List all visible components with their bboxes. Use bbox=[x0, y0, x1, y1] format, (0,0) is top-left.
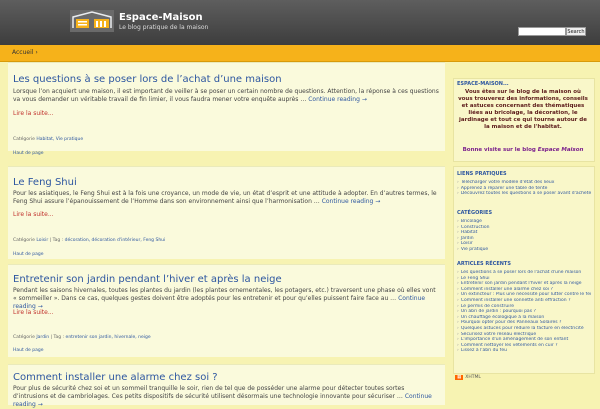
post-title[interactable]: Comment installer une alarme chez soi ? bbox=[13, 372, 218, 383]
practical-links-list: Télécharger votre modèle d'état des lieu… bbox=[457, 180, 591, 197]
post-excerpt: Lorsque l’on acquiert une maison, il est… bbox=[13, 88, 441, 104]
categories-list: Bricolage Construction Habitat Jardin Lo… bbox=[457, 219, 591, 253]
tags-prefix: | Tag : bbox=[49, 335, 66, 340]
continue-reading-link[interactable]: Continue reading → bbox=[322, 198, 381, 205]
recent-post-link[interactable]: Les questions à se poser lors de l'achat… bbox=[457, 270, 591, 276]
post-meta: Catégorie Loisir | Tag : décoration, déc… bbox=[13, 238, 165, 243]
post-card: Les questions à se poser lors de l’achat… bbox=[8, 62, 445, 156]
post-excerpt: Pour les asiatiques, le Feng Shui est à … bbox=[13, 190, 441, 206]
main-content: Les questions à se poser lors de l’achat… bbox=[0, 62, 448, 408]
read-more-link[interactable]: Lire la suite... bbox=[13, 211, 54, 218]
about-title: ESPACE-MAISON... bbox=[457, 81, 509, 87]
rss-icon: ▦ bbox=[455, 375, 464, 380]
continue-reading-link[interactable]: Continue reading → bbox=[308, 96, 367, 103]
tag-links[interactable]: décoration, décoration d'intérieur, Feng… bbox=[65, 238, 166, 243]
recent-posts-title: ARTICLES RÉCENTS bbox=[457, 261, 511, 267]
post-meta: Catégorie Jardin | Tag : entretenir son … bbox=[13, 335, 151, 340]
post-excerpt: Pour plus de sécurité chez soi et un som… bbox=[13, 385, 441, 409]
search-button[interactable]: Search bbox=[566, 27, 586, 36]
links-title: LIENS PRATIQUES bbox=[457, 171, 507, 177]
site-title[interactable]: Espace-Maison bbox=[119, 12, 203, 23]
category-links[interactable]: Loisir bbox=[36, 238, 48, 243]
about-box: ESPACE-MAISON... Vous êtes sur le blog d… bbox=[453, 78, 595, 162]
read-more-link[interactable]: Lire la suite... bbox=[13, 110, 54, 117]
categories-title: CATÉGORIES bbox=[457, 210, 493, 216]
nav-bar: Accueil › bbox=[0, 45, 600, 62]
post-excerpt-text: Pendant les saisons hivernales, toutes l… bbox=[13, 287, 436, 302]
category-links[interactable]: Jardin bbox=[36, 335, 49, 340]
post-title[interactable]: Les questions à se poser lors de l’achat… bbox=[13, 74, 282, 85]
logo-icon[interactable] bbox=[70, 10, 114, 32]
site-header: Espace-Maison Le blog pratique de la mai… bbox=[0, 0, 600, 45]
category-prefix: Catégorie bbox=[13, 335, 37, 340]
about-cta-blog-name: Espace Maison bbox=[537, 147, 584, 153]
post-excerpt: Pendant les saisons hivernales, toutes l… bbox=[13, 287, 441, 311]
post-excerpt-text: Pour plus de sécurité chez soi et un som… bbox=[13, 385, 405, 400]
category-prefix: Catégorie bbox=[13, 238, 37, 243]
tag-links[interactable]: entretenir son jardin, hivernale, neige bbox=[66, 335, 151, 340]
links-box: LIENS PRATIQUES Télécharger votre modèle… bbox=[453, 166, 595, 374]
post-title[interactable]: Entretenir son jardin pendant l’hiver et… bbox=[13, 274, 282, 285]
practical-link[interactable]: Découvrez toutes les questions à se pose… bbox=[457, 191, 591, 197]
about-cta: Bonne visite sur le blog Espace Maison bbox=[457, 147, 589, 153]
about-cta-prefix: Bonne visite sur le blog bbox=[462, 147, 538, 153]
post-meta: Catégorie Habitat, Vie pratique bbox=[13, 137, 83, 142]
recent-post-link[interactable]: Entretenir son jardin pendant l'hiver et… bbox=[457, 281, 591, 287]
tags-prefix: | Tag : bbox=[48, 238, 65, 243]
nav-home-link[interactable]: Accueil › bbox=[12, 49, 38, 56]
sidebar: ESPACE-MAISON... Vous êtes sur le blog d… bbox=[453, 78, 595, 400]
read-more-link[interactable]: Lire la suite... bbox=[13, 309, 54, 316]
back-to-top-link[interactable]: Haut de page bbox=[13, 252, 43, 257]
about-text: Vous êtes sur le blog de la maison où vo… bbox=[458, 89, 588, 130]
category-link[interactable]: Vie pratique bbox=[457, 247, 591, 253]
recent-post-link[interactable]: Lissez à l'abri du feu bbox=[457, 348, 591, 354]
search-input[interactable] bbox=[518, 27, 566, 36]
back-to-top-link[interactable]: Haut de page bbox=[13, 151, 43, 156]
site-description: Le blog pratique de la maison bbox=[119, 24, 209, 31]
xhtml-label: XHTML bbox=[465, 375, 481, 380]
post-excerpt-text: Lorsque l’on acquiert une maison, il est… bbox=[13, 88, 439, 103]
category-prefix: Catégorie bbox=[13, 137, 37, 142]
post-card: Comment installer une alarme chez soi ? … bbox=[8, 364, 445, 408]
category-links[interactable]: Habitat, Vie pratique bbox=[36, 137, 83, 142]
post-card: Entretenir son jardin pendant l’hiver et… bbox=[8, 264, 445, 357]
post-card: Le Feng Shui Pour les asiatiques, le Fen… bbox=[8, 166, 445, 259]
recent-posts-list: Les questions à se poser lors de l'achat… bbox=[457, 270, 591, 354]
recent-post-link[interactable]: Quelques astuces pour réduire la facture… bbox=[457, 326, 591, 332]
post-title[interactable]: Le Feng Shui bbox=[13, 177, 77, 188]
rss-badge[interactable]: ▦ XHTML bbox=[455, 375, 481, 380]
back-to-top-link[interactable]: Haut de page bbox=[13, 348, 43, 353]
